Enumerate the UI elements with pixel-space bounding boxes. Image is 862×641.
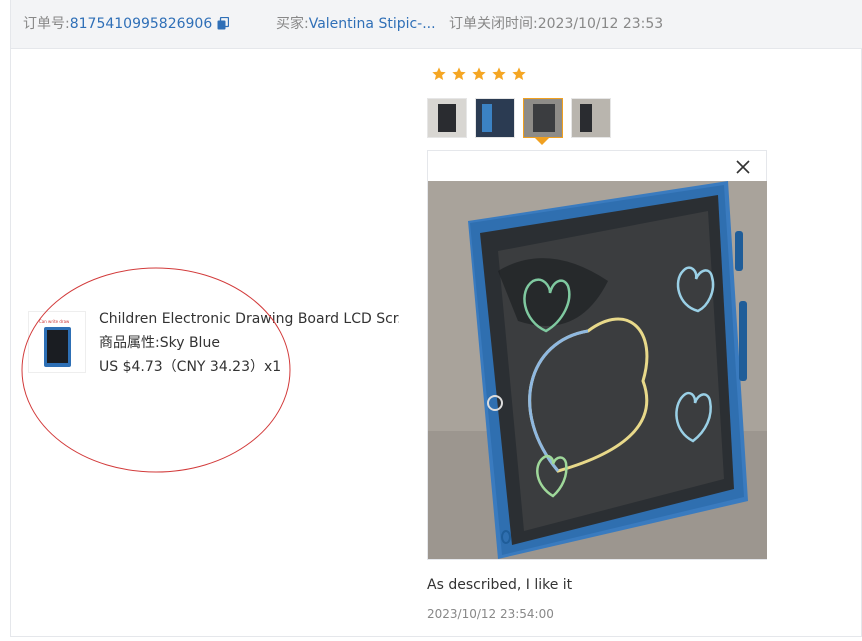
star-icon <box>512 67 526 80</box>
close-time-group: 订单关闭时间:2023/10/12 23:53 <box>449 0 663 49</box>
star-icon <box>472 67 486 80</box>
thumbnail-tablet-image <box>44 327 71 367</box>
thumbnail-caption: Can write draw <box>39 319 70 324</box>
star-icon <box>432 67 446 80</box>
review-thumbnail[interactable] <box>523 98 563 138</box>
review-thumbnail[interactable] <box>475 98 515 138</box>
buyer-label: 买家: <box>276 16 309 32</box>
review-photo <box>428 181 767 559</box>
selected-thumbnail-indicator <box>535 138 549 145</box>
copy-icon[interactable] <box>217 2 230 30</box>
product-title[interactable]: Children Electronic Drawing Board LCD Sc… <box>99 311 399 335</box>
star-icon <box>452 67 466 80</box>
product-attribute: 商品属性:Sky Blue <box>99 335 399 359</box>
attribute-value: Sky Blue <box>159 335 220 351</box>
order-number-link[interactable]: 8175410995826906 <box>70 16 213 32</box>
close-time-label: 订单关闭时间: <box>449 16 538 32</box>
review-thumbnails <box>427 98 619 138</box>
order-number-label: 订单号: <box>23 16 70 32</box>
buyer-name-link[interactable]: Valentina Stipic-... <box>309 16 436 32</box>
review-time: 2023/10/12 23:54:00 <box>427 607 554 621</box>
image-preview <box>427 150 767 560</box>
product-info: Children Electronic Drawing Board LCD Sc… <box>99 311 399 383</box>
star-rating <box>431 66 527 82</box>
order-header: 订单号:8175410995826906 买家:Valentina Stipic… <box>11 0 862 49</box>
review-thumbnail[interactable] <box>427 98 467 138</box>
close-icon[interactable] <box>734 158 752 176</box>
product-thumbnail[interactable]: Can write draw <box>28 311 86 373</box>
close-time-value: 2023/10/12 23:53 <box>537 16 664 32</box>
attribute-label: 商品属性: <box>99 335 160 351</box>
order-number-group: 订单号:8175410995826906 <box>23 0 230 49</box>
product-price: US $4.73（CNY 34.23）x1 <box>99 359 282 375</box>
review-text: As described, I like it <box>427 577 573 593</box>
review-thumbnail[interactable] <box>571 98 611 138</box>
buyer-group: 买家:Valentina Stipic-... <box>276 0 436 49</box>
star-icon <box>492 67 506 80</box>
